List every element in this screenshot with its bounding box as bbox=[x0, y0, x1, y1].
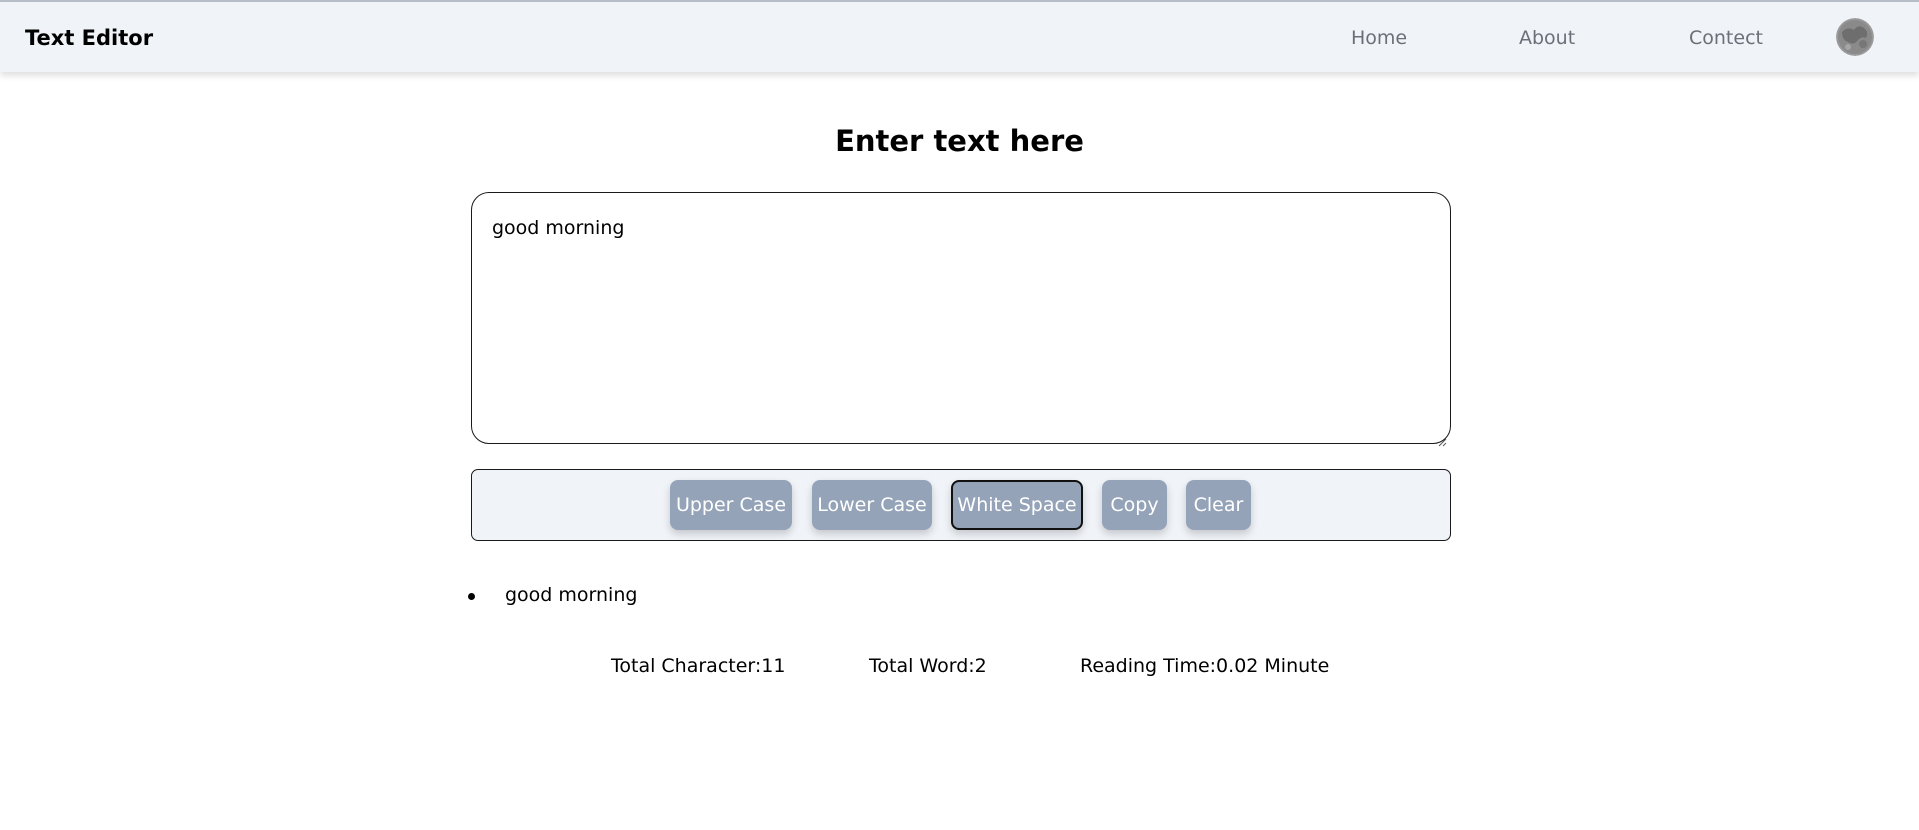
total-character-stat: Total Character:11 bbox=[611, 655, 786, 677]
preview-text: good morning bbox=[505, 584, 638, 606]
nav-link-about[interactable]: About bbox=[1519, 27, 1575, 49]
nav-link-contect[interactable]: Contect bbox=[1689, 27, 1763, 49]
clear-button[interactable]: Clear bbox=[1186, 480, 1251, 530]
action-toolbar: Upper Case Lower Case White Space Copy C… bbox=[471, 469, 1451, 541]
total-word-stat: Total Word:2 bbox=[869, 655, 987, 677]
upper-case-button[interactable]: Upper Case bbox=[670, 480, 792, 530]
navbar: Text Editor Home About Contect bbox=[0, 2, 1919, 72]
white-space-button[interactable]: White Space bbox=[951, 480, 1083, 530]
brand-title[interactable]: Text Editor bbox=[25, 26, 153, 50]
lower-case-button[interactable]: Lower Case bbox=[812, 480, 932, 530]
copy-button[interactable]: Copy bbox=[1102, 480, 1167, 530]
text-input-area[interactable]: good morning bbox=[471, 192, 1451, 444]
reading-time-stat: Reading Time:0.02 Minute bbox=[1080, 655, 1330, 677]
moon-avatar-icon[interactable] bbox=[1836, 18, 1874, 56]
moon-icon bbox=[1836, 18, 1874, 56]
resize-handle-icon[interactable] bbox=[1438, 432, 1447, 451]
bullet-icon bbox=[468, 592, 475, 600]
preview-list-item: good morning bbox=[468, 584, 637, 606]
page-heading: Enter text here bbox=[835, 124, 1084, 158]
nav-link-home[interactable]: Home bbox=[1351, 27, 1407, 49]
resize-grip-icon bbox=[1438, 438, 1447, 447]
